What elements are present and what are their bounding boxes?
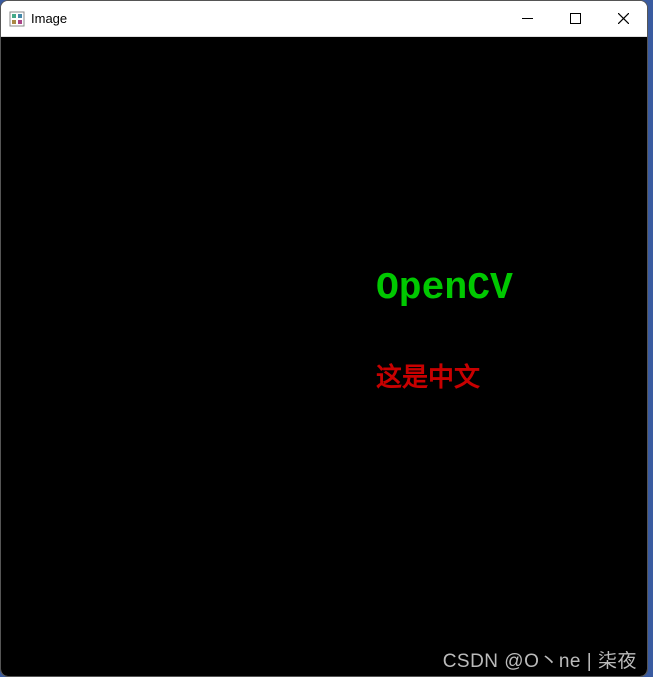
canvas-text-opencv: OpenCV xyxy=(376,267,513,310)
close-button[interactable] xyxy=(599,1,647,36)
app-window: Image OpenCV 这是中文 CSDN @O丶ne | 柒夜 xyxy=(0,0,648,677)
app-icon xyxy=(9,11,25,27)
minimize-button[interactable] xyxy=(503,1,551,36)
window-controls xyxy=(503,1,647,36)
titlebar: Image xyxy=(1,1,647,37)
image-canvas: OpenCV 这是中文 CSDN @O丶ne | 柒夜 xyxy=(1,37,647,676)
maximize-button[interactable] xyxy=(551,1,599,36)
canvas-text-chinese: 这是中文 xyxy=(376,357,480,394)
watermark-text: CSDN @O丶ne | 柒夜 xyxy=(443,646,637,673)
window-title: Image xyxy=(31,11,67,26)
